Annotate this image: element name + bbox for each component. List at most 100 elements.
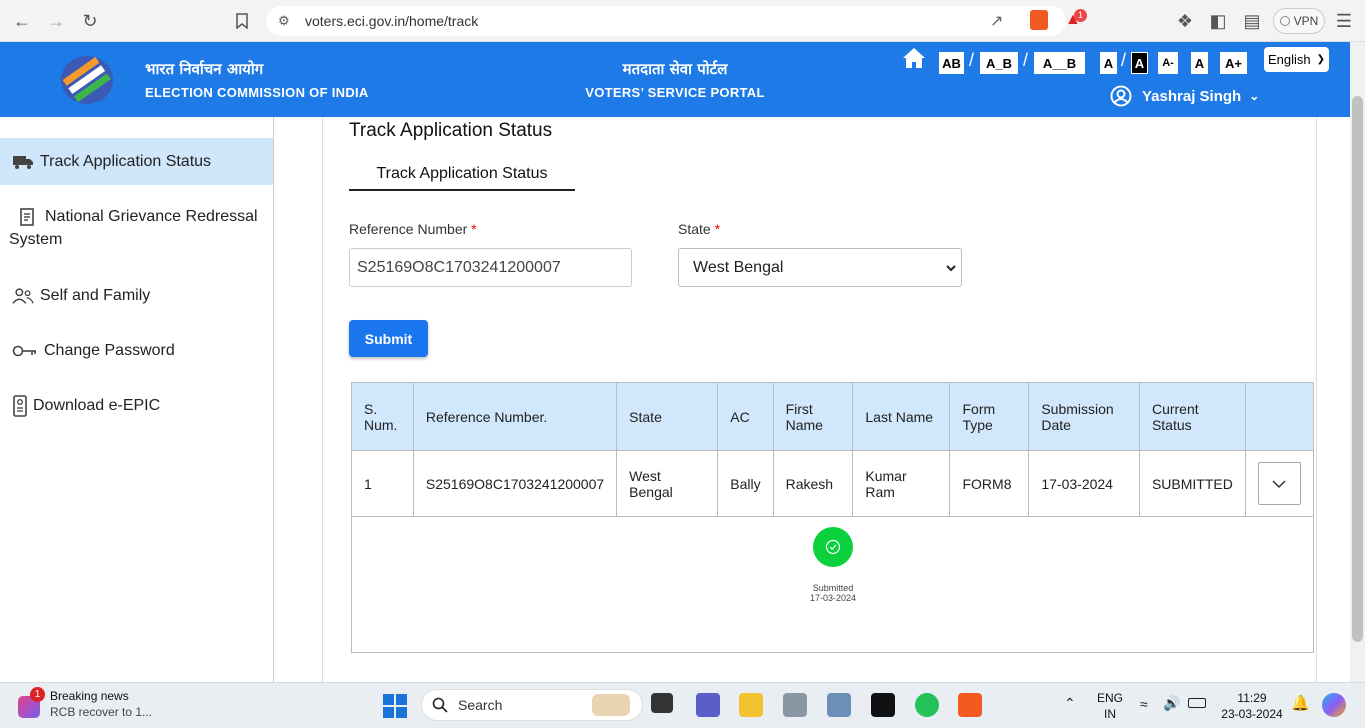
table-cell: SUBMITTED xyxy=(1138,450,1246,517)
sidebar-toggle-icon[interactable]: ◧ xyxy=(1206,9,1230,33)
volume-icon[interactable]: 🔊 xyxy=(1163,695,1180,712)
state-select[interactable]: West Bengal xyxy=(678,248,962,287)
brave-browser-icon[interactable] xyxy=(958,693,982,717)
expand-row-button[interactable] xyxy=(1257,462,1301,505)
separator: / xyxy=(1023,50,1029,70)
sidebar-item-label: National Grievance Redressal System xyxy=(9,208,258,248)
contrast-normal-button[interactable]: A xyxy=(1100,52,1117,74)
windows-start-icon[interactable] xyxy=(383,694,407,723)
sidebar-item-label: Track Application Status xyxy=(40,152,212,170)
sidebar-item-self-family[interactable]: Self and Family xyxy=(0,274,273,318)
sidebar-item-download-epic[interactable]: Download e-EPIC xyxy=(0,384,273,428)
spacing-large-button[interactable]: A__B xyxy=(1034,52,1085,74)
chevron-up-icon[interactable]: ⌃ xyxy=(1064,695,1076,712)
required-mark: * xyxy=(471,221,477,237)
sidebar-item-label: Download e-EPIC xyxy=(33,397,161,414)
home-icon[interactable] xyxy=(901,46,927,75)
photos-icon[interactable] xyxy=(827,693,851,717)
back-icon[interactable]: ← xyxy=(10,9,34,33)
spacing-medium-button[interactable]: A_B xyxy=(980,52,1018,74)
wallet-icon[interactable]: ▤ xyxy=(1240,9,1264,33)
windows-taskbar: 1 Breaking news RCB recover to 1... Sear… xyxy=(0,682,1365,728)
whatsapp-icon[interactable] xyxy=(915,693,939,717)
sidebar-item-label: Self and Family xyxy=(40,287,151,304)
notification-bell-icon[interactable]: 🔔 xyxy=(1291,694,1310,712)
column-header: Last Name xyxy=(852,382,951,451)
clock-date: 23-03-2024 xyxy=(1221,707,1283,721)
battery-icon[interactable] xyxy=(1188,698,1206,708)
org-name-hindi: भारत निर्वाचन आयोग xyxy=(145,60,264,78)
eci-logo xyxy=(57,52,117,108)
input-language[interactable]: ENG IN xyxy=(1095,690,1125,722)
taskbar-search[interactable]: Search xyxy=(421,689,643,721)
sidebar-item-change-password[interactable]: Change Password xyxy=(0,329,273,373)
table-cell xyxy=(1244,450,1315,517)
column-header: Reference Number. xyxy=(412,382,618,451)
vpn-button[interactable]: VPN xyxy=(1273,8,1325,34)
user-avatar-icon xyxy=(1110,85,1132,107)
state-label: State * xyxy=(678,221,721,237)
user-menu[interactable]: Yashraj Singh ⌄ xyxy=(1110,85,1259,107)
font-decrease-button[interactable]: A- xyxy=(1158,52,1178,74)
column-header: State xyxy=(616,382,719,451)
reload-icon[interactable]: ↻ xyxy=(78,9,102,33)
org-name-english: ELECTION COMMISSION OF INDIA xyxy=(145,85,369,100)
stage-date: 17-03-2024 xyxy=(809,593,857,603)
table-cell: West Bengal xyxy=(616,450,719,517)
submit-button[interactable]: Submit xyxy=(349,320,428,357)
vpn-status-icon xyxy=(1279,16,1290,26)
file-explorer-icon[interactable] xyxy=(739,693,763,717)
menu-icon[interactable]: ☰ xyxy=(1332,9,1356,33)
scrollbar-thumb[interactable] xyxy=(1352,96,1363,642)
separator: / xyxy=(969,50,975,70)
forward-icon[interactable]: → xyxy=(44,9,68,33)
site-info-icon[interactable]: ⚙ xyxy=(278,13,290,29)
column-header: S. Num. xyxy=(351,382,414,451)
sidebar-item-track-application[interactable]: Track Application Status xyxy=(0,138,273,185)
font-normal-button[interactable]: A xyxy=(1191,52,1208,74)
table-cell: 17-03-2024 xyxy=(1028,450,1140,517)
printer-app-icon[interactable] xyxy=(783,693,807,717)
key-icon xyxy=(12,341,38,361)
terminal-icon[interactable] xyxy=(871,693,895,717)
status-timeline: Submitted 17-03-2024 xyxy=(351,516,1314,653)
share-icon[interactable]: ↗ xyxy=(990,11,1003,31)
tab-track-application[interactable]: Track Application Status xyxy=(349,165,575,191)
news-widget[interactable]: 1 Breaking news RCB recover to 1... xyxy=(18,687,152,719)
column-header: Submission Date xyxy=(1028,382,1140,451)
wifi-icon[interactable]: ≈ xyxy=(1140,696,1148,712)
sidebar-item-label: Change Password xyxy=(44,342,175,359)
site-header: भारत निर्वाचन आयोग ELECTION COMMISSION O… xyxy=(0,42,1350,117)
news-icon: 1 xyxy=(18,687,45,718)
notification-badge: 1 xyxy=(1074,9,1087,22)
teams-icon[interactable] xyxy=(696,693,720,717)
table-cell: FORM8 xyxy=(949,450,1030,517)
address-bar[interactable]: ⚙ voters.eci.gov.in/home/track ↗ ▲ 1 xyxy=(266,6,1087,36)
contrast-high-button[interactable]: A xyxy=(1131,52,1148,74)
spacing-normal-button[interactable]: AB xyxy=(939,52,964,74)
sidebar-item-grievance[interactable]: National Grievance Redressal System xyxy=(0,205,273,255)
extensions-icon[interactable]: ❖ xyxy=(1173,9,1197,33)
page-scrollbar[interactable] xyxy=(1350,42,1365,682)
bookmark-icon[interactable] xyxy=(230,9,254,33)
portal-name-hindi: मतदाता सेवा पोर्टल xyxy=(622,60,728,78)
news-badge: 1 xyxy=(30,687,45,702)
language-select[interactable]: English ❯ xyxy=(1264,47,1329,72)
reference-number-label: Reference Number * xyxy=(349,221,477,237)
chevron-down-icon xyxy=(1272,479,1286,488)
task-view-icon[interactable] xyxy=(651,693,673,713)
portal-name: मतदाता सेवा पोर्टल VOTERS’ SERVICE PORTA… xyxy=(585,59,765,100)
font-increase-button[interactable]: A+ xyxy=(1220,52,1247,74)
id-card-icon xyxy=(12,395,28,417)
reference-number-input[interactable]: S25169O8C1703241200007 xyxy=(349,248,632,287)
required-mark: * xyxy=(714,221,721,237)
table-cell: S25169O8C1703241200007 xyxy=(412,450,618,517)
org-name: भारत निर्वाचन आयोग ELECTION COMMISSION O… xyxy=(145,59,369,100)
copilot-icon[interactable] xyxy=(1322,693,1346,717)
chevron-down-icon: ⌄ xyxy=(1249,89,1260,103)
clock[interactable]: 11:29 23-03-2024 xyxy=(1216,690,1288,722)
news-title: Breaking news xyxy=(50,689,129,703)
brave-shield-icon[interactable] xyxy=(1030,10,1048,30)
column-header: AC xyxy=(717,382,774,451)
family-icon xyxy=(12,286,34,306)
